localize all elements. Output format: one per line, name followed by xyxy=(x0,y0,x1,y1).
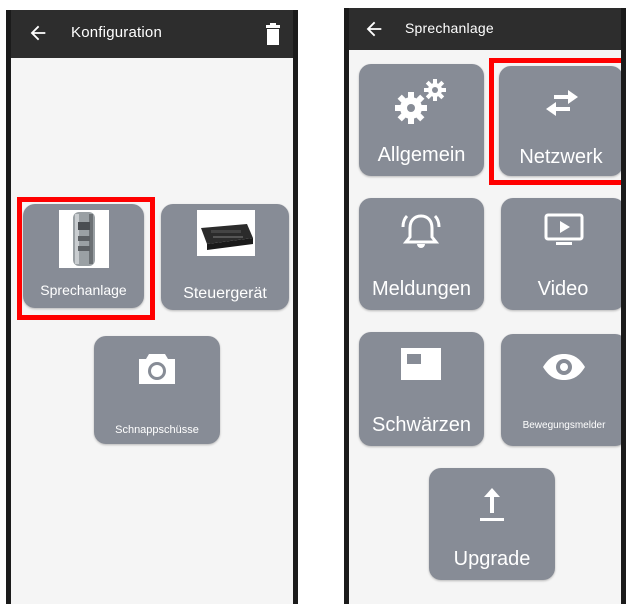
tile-label: Schwärzen xyxy=(372,414,471,436)
page-title: Konfiguration xyxy=(71,24,162,41)
tile-label: Video xyxy=(537,278,589,300)
eye-icon xyxy=(543,354,585,380)
tile-label: Netzwerk xyxy=(519,146,603,168)
bell-ringing-icon xyxy=(401,214,441,248)
tile-meldungen[interactable]: Meldungen xyxy=(359,198,484,310)
controller-device-image xyxy=(197,210,255,256)
trash-icon[interactable] xyxy=(265,23,281,45)
page-title: Sprechanlage xyxy=(405,20,494,36)
tile-schnappschuesse[interactable]: Schnappschüsse xyxy=(94,336,220,444)
tile-label: Sprechanlage xyxy=(40,282,127,298)
tile-video[interactable]: Video xyxy=(501,198,621,310)
gears-icon xyxy=(395,79,446,124)
tile-netzwerk[interactable]: Netzwerk xyxy=(499,66,621,176)
tile-label: Allgemein xyxy=(377,144,466,166)
intercom-device-image xyxy=(59,210,109,268)
upload-icon xyxy=(480,488,504,521)
tile-label: Upgrade xyxy=(453,548,531,570)
tile-schwaerzen[interactable]: Schwärzen xyxy=(359,332,484,446)
tile-upgrade[interactable]: Upgrade xyxy=(429,468,555,580)
tile-label: Bewegungsmelder xyxy=(522,420,606,431)
swap-arrows-icon xyxy=(546,90,578,116)
back-arrow-icon[interactable] xyxy=(363,18,385,40)
tile-label: Steuergerät xyxy=(183,285,267,302)
tile-bewegungsmelder[interactable]: Bewegungsmelder xyxy=(501,334,621,446)
tile-sprechanlage[interactable]: Sprechanlage xyxy=(23,204,144,308)
right-phone-screen: Sprechanlage Allgemein Netzwerk Meldunge… xyxy=(344,8,626,604)
video-play-icon xyxy=(544,213,584,245)
app-bar: Sprechanlage xyxy=(349,8,621,50)
back-arrow-icon[interactable] xyxy=(27,22,49,44)
tile-label: Schnappschüsse xyxy=(115,424,199,436)
mask-window-icon xyxy=(401,348,441,380)
tile-steuergeraet[interactable]: Steuergerät xyxy=(161,204,289,310)
tile-allgemein[interactable]: Allgemein xyxy=(359,64,484,176)
app-bar: Konfiguration xyxy=(11,10,293,58)
left-phone-screen: Konfiguration Sprechanlage Steuergerät S… xyxy=(6,10,298,604)
tile-label: Meldungen xyxy=(372,278,471,300)
camera-icon xyxy=(139,354,175,384)
